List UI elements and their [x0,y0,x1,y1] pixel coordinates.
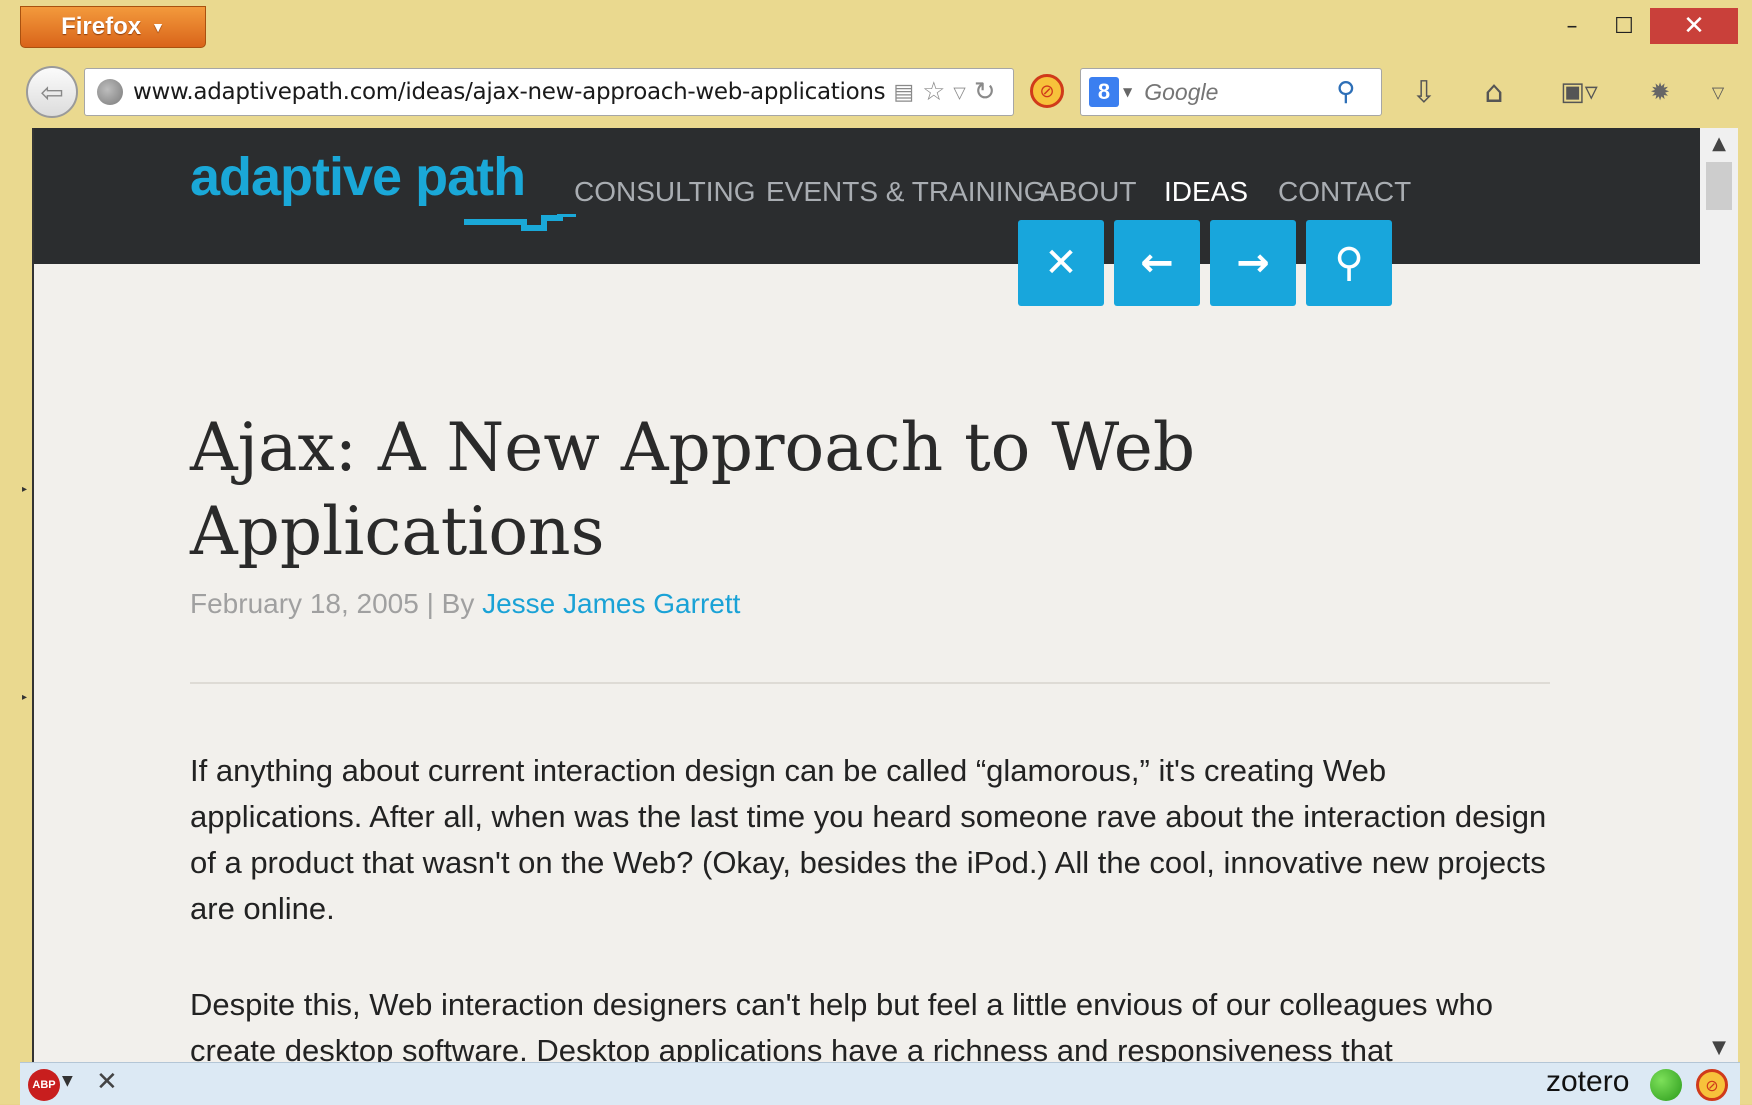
adblock-icon[interactable]: ABP [28,1069,60,1101]
reload-icon[interactable]: ↻ [974,77,996,107]
firefox-menu-button[interactable]: Firefox ▼ [20,6,206,48]
arrow-right-icon: → [1236,240,1270,286]
back-button[interactable]: ⇦ [26,66,78,118]
article-title: Ajax: A New Approach to Web Applications [190,409,1196,570]
arrow-left-icon: ← [1140,240,1174,286]
scroll-up-arrow-icon[interactable]: ▲ [1700,128,1738,158]
expand-arrow-icon[interactable]: ▸ [22,692,27,703]
url-text[interactable]: www.adaptivepath.com/ideas/ajax-new-appr… [133,79,885,105]
search-engine-icon[interactable]: 8 [1089,77,1119,107]
maximize-button[interactable]: ☐ [1596,8,1652,44]
search-bar[interactable]: 8 ▼ ⚲ [1080,68,1382,116]
byline-separator: | By [418,588,483,619]
nav-events-training[interactable]: EVENTS & TRAINING [766,176,1046,208]
search-icon: ⚲ [1334,240,1364,286]
close-window-button[interactable]: ✕ [1650,8,1738,44]
nav-ideas[interactable]: IDEAS [1164,176,1248,208]
chevron-down-icon: ▼ [151,19,165,35]
nav-consulting[interactable]: CONSULTING [574,176,756,208]
expand-arrow-icon[interactable]: ▸ [22,484,27,495]
scroll-down-arrow-icon[interactable]: ▼ [1700,1032,1738,1062]
close-icon[interactable]: ✕ [96,1067,118,1097]
navigation-toolbar: ⇦ www.adaptivepath.com/ideas/ajax-new-ap… [20,60,1740,122]
article-paragraph: Despite this, Web interaction designers … [190,987,1493,1062]
author-link[interactable]: Jesse James Garrett [482,588,740,619]
close-icon: ✕ [1044,240,1078,286]
minimize-button[interactable]: – [1544,8,1600,44]
search-icon[interactable]: ⚲ [1336,77,1355,107]
addon-icon[interactable]: ✹ [1638,70,1682,114]
status-bar: ABP ▼ ✕ zotero ⊘ [20,1062,1740,1105]
divider [190,682,1550,684]
reader-icon[interactable]: ▤ [893,80,914,105]
page-content: adaptive path CONSULTING EVENTS & TRAINI… [32,128,1700,1062]
blocker-icon[interactable]: ⊘ [1030,74,1064,108]
zotero-label[interactable]: zotero [1546,1065,1629,1099]
vertical-scrollbar[interactable]: ▲ ▼ [1700,128,1738,1062]
bookmarks-icon[interactable]: ▣▿ [1544,70,1614,114]
sidebar-splitter[interactable]: ▸ ▸ [20,128,30,1062]
download-icon[interactable]: ⇩ [1402,70,1446,114]
menu-icon[interactable]: ▽ [1700,70,1736,114]
home-icon[interactable]: ⌂ [1472,70,1516,114]
article-date: February 18, 2005 [190,588,419,619]
dropdown-icon[interactable]: ▽ [953,83,965,102]
search-input[interactable] [1142,77,1337,107]
close-button[interactable]: ✕ [1018,220,1104,306]
nav-contact[interactable]: CONTACT [1278,176,1411,208]
scroll-thumb[interactable] [1706,162,1732,210]
browser-window: Firefox ▼ – ☐ ✕ ⇦ www.adaptivepath.com/i… [0,0,1752,1105]
previous-button[interactable]: ← [1114,220,1200,306]
next-button[interactable]: → [1210,220,1296,306]
article-paragraph: If anything about current interaction de… [190,753,1547,926]
logo-underline [464,214,576,231]
site-logo[interactable]: adaptive path [190,146,526,208]
back-arrow-icon: ⇦ [40,75,64,109]
firefox-menu-label: Firefox [61,13,142,40]
url-bar[interactable]: www.adaptivepath.com/ideas/ajax-new-appr… [84,68,1014,116]
site-header: adaptive path CONSULTING EVENTS & TRAINI… [34,128,1700,264]
bookmark-star-icon[interactable]: ☆ [922,77,945,107]
zotero-status-icon[interactable] [1650,1069,1682,1101]
blocker-icon[interactable]: ⊘ [1696,1069,1728,1101]
article-byline: February 18, 2005 | By Jesse James Garre… [190,588,740,620]
search-button[interactable]: ⚲ [1306,220,1392,306]
chevron-down-icon[interactable]: ▼ [62,1073,73,1089]
chevron-down-icon[interactable]: ▼ [1123,85,1132,99]
site-identity-icon[interactable] [97,79,123,105]
nav-about[interactable]: ABOUT [1040,176,1136,208]
